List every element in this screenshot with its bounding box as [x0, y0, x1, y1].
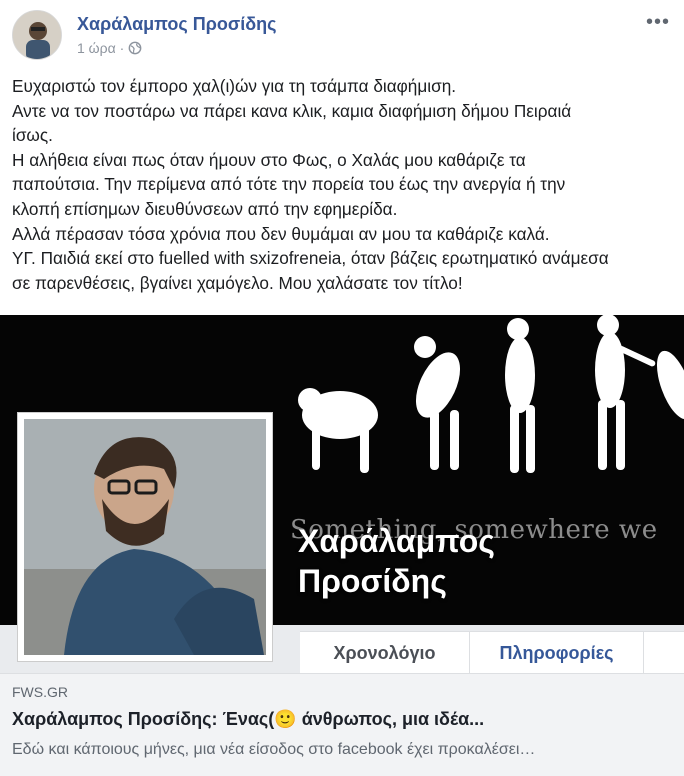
post-text-line: Αλλά πέρασαν τόσα χρόνια που δεν θυμάμαι…: [12, 223, 550, 244]
post-text-line: Ευχαριστώ τον έμπορο χαλ(ι)ών για τη τσά…: [12, 76, 457, 96]
link-preview-footer[interactable]: FWS.GR Χαράλαμπος Προσίδης: Ένας(🙂 άνθρω…: [0, 673, 684, 776]
profile-tab-strip: Χρονολόγιο Πληροφορίες: [300, 631, 684, 673]
link-domain: FWS.GR: [12, 684, 68, 700]
tab-about: Πληροφορίες: [470, 632, 644, 673]
cover-name-line: Προσίδης: [298, 563, 447, 599]
post-body: Ευχαριστώ τον έμπορο χαλ(ι)ών για τη τσά…: [12, 74, 672, 295]
cover-profile-name: Χαράλαμπος Προσίδης: [298, 521, 495, 601]
link-title[interactable]: Χαράλαμπος Προσίδης: Ένας(🙂 άνθρωπος, μι…: [12, 709, 484, 730]
post-text-line: ίσως.: [12, 125, 53, 146]
post-author-name[interactable]: Χαράλαμπος Προσίδης: [77, 14, 277, 35]
post-text-line: Η αλήθεια είναι πως όταν ήμουν στο Φως, …: [12, 149, 526, 170]
post-timestamp[interactable]: 1 ώρα: [77, 40, 116, 56]
post-header: Χαράλαμπος Προσίδης 1 ώρα · •••: [0, 0, 684, 70]
post-text-line: σε παρενθέσεις, βγαίνει χαμόγελο. Μου χα…: [12, 272, 463, 293]
avatar-photo: [13, 11, 61, 59]
post-text-line: ΥΓ. Παιδιά εκεί στο fuelled with sxizofr…: [12, 248, 609, 269]
cover-name-line: Χαράλαμπος: [298, 523, 495, 559]
profile-photo-image: [24, 419, 266, 655]
link-description: Εδώ και κάποιους μήνες, μια νέα είσοδος …: [12, 741, 536, 758]
post-text-line: Αντε να τον ποστάρω να πάρει κανα κλικ, …: [12, 100, 572, 121]
globe-icon[interactable]: [128, 41, 142, 55]
post-meta: 1 ώρα ·: [77, 40, 142, 56]
meta-separator: ·: [119, 40, 125, 56]
tab-timeline: Χρονολόγιο: [300, 632, 470, 673]
evolution-silhouettes: [298, 315, 684, 473]
author-avatar[interactable]: [12, 10, 62, 60]
more-options-icon[interactable]: •••: [646, 12, 670, 32]
post-text-line: παπούτσια. Την περίμενα από τότε την πορ…: [12, 174, 566, 195]
link-preview-image[interactable]: Something, somewhere we Χρονολόγιο Πληρο…: [0, 315, 684, 673]
post-text-line: κλοπή επίσημων διευθύνσεων από την εφημε…: [12, 198, 398, 219]
profile-photo: [24, 419, 266, 655]
profile-picture-frame: [17, 412, 273, 662]
